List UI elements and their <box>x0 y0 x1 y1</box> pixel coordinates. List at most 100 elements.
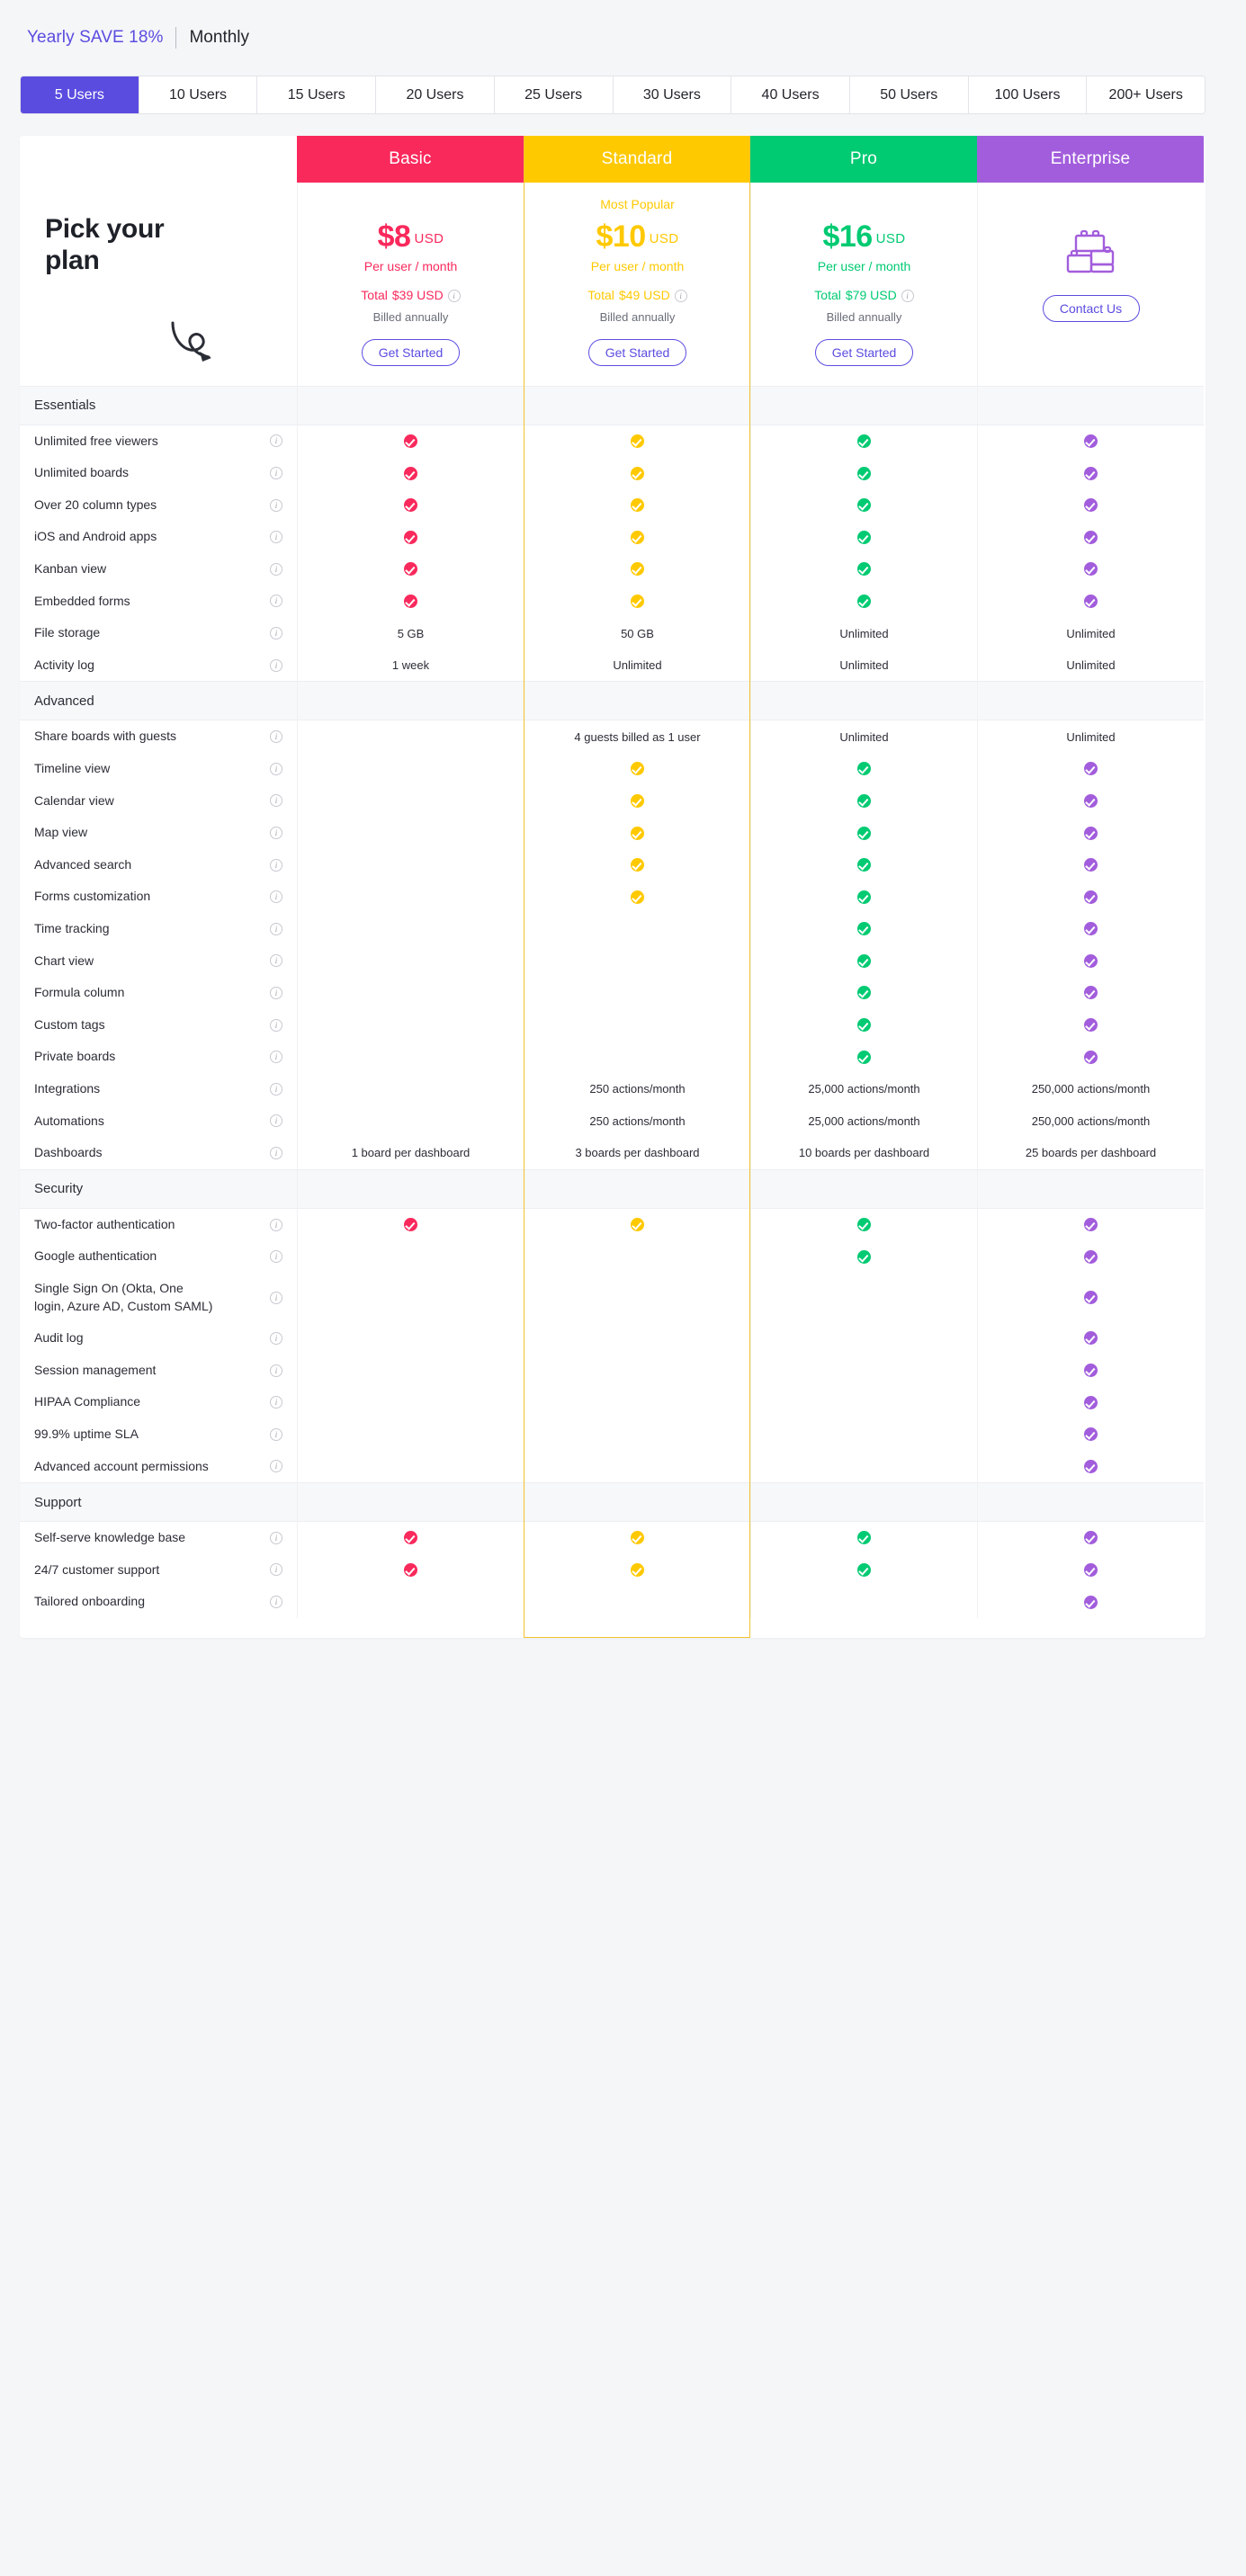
user-tab-25-users[interactable]: 25 Users <box>494 76 614 113</box>
table-row: Forms customization i <box>20 881 1206 913</box>
info-icon[interactable]: i <box>270 1427 282 1441</box>
feature-value-cell-basic <box>297 848 524 881</box>
feature-value-cell-pro <box>750 913 977 945</box>
section-header-spacer <box>297 1482 524 1523</box>
check-icon <box>631 466 644 480</box>
user-count-tabs[interactable]: 5 Users 10 Users 15 Users 20 Users 25 Users 3… <box>20 76 1206 114</box>
feature-value-cell-ent <box>977 1553 1204 1587</box>
check-icon <box>1084 1531 1098 1545</box>
info-icon[interactable]: i <box>270 1396 282 1409</box>
info-icon[interactable]: i <box>270 827 282 840</box>
table-row: Chart view i <box>20 944 1206 978</box>
info-icon[interactable]: i <box>447 289 461 302</box>
info-icon[interactable]: i <box>270 1531 282 1544</box>
info-icon[interactable]: i <box>270 1114 282 1128</box>
check-icon <box>404 530 417 544</box>
info-icon[interactable]: i <box>270 1018 282 1032</box>
plan-total-value-basic: $39 USD <box>391 287 444 302</box>
table-row: Share boards with guests i 4 guests billed… <box>20 720 1206 754</box>
billing-monthly-option[interactable]: Monthly <box>189 28 249 48</box>
info-icon[interactable]: i <box>270 627 282 640</box>
info-icon[interactable]: i <box>270 762 282 775</box>
info-icon[interactable]: i <box>270 890 282 904</box>
feature-label-cell: Self-serve knowledge base i <box>20 1522 297 1554</box>
plan-header-basic: Basic <box>297 136 524 183</box>
check-icon <box>631 762 644 776</box>
info-icon[interactable]: i <box>270 531 282 544</box>
info-icon[interactable]: i <box>270 1364 282 1377</box>
info-icon[interactable]: i <box>270 1291 282 1304</box>
info-icon[interactable]: i <box>270 1331 282 1345</box>
feature-value-cell-std <box>524 1586 750 1618</box>
info-icon[interactable]: i <box>270 467 282 480</box>
plan-price-cell-enterprise: Contact Us <box>977 183 1204 386</box>
check-icon <box>1084 1595 1098 1609</box>
check-icon <box>631 562 644 577</box>
table-row: Activity log i 1 week Unlimited Unlimited Unl… <box>20 648 1206 682</box>
feature-label-cell: Formula column i <box>20 977 297 1009</box>
info-icon[interactable]: i <box>901 289 914 302</box>
info-icon[interactable]: i <box>270 1460 282 1473</box>
check-icon <box>1084 922 1098 936</box>
get-started-button-standard[interactable]: Get Started <box>587 338 687 366</box>
section-title-support: Support <box>20 1482 297 1523</box>
check-icon <box>631 530 644 544</box>
info-icon[interactable]: i <box>270 858 282 872</box>
user-tab-30-users[interactable]: 30 Users <box>613 76 732 113</box>
feature-value-cell-ent <box>977 977 1204 1009</box>
info-icon[interactable]: i <box>270 434 282 448</box>
feature-value-cell-basic <box>297 1008 524 1042</box>
user-tab-100-users[interactable]: 100 Users <box>968 76 1088 113</box>
check-icon <box>631 1531 644 1545</box>
user-tab-15-users[interactable]: 15 Users <box>257 76 377 113</box>
feature-value-cell-basic <box>297 1272 524 1323</box>
feature-label-cell: Calendar view i <box>20 785 297 818</box>
feature-value-cell-basic <box>297 553 524 586</box>
billing-yearly-option[interactable]: Yearly SAVE 18% <box>27 28 163 48</box>
feature-label: Embedded forms <box>34 593 130 608</box>
feature-value-cell-ent <box>977 753 1204 785</box>
info-icon[interactable]: i <box>270 498 282 512</box>
feature-value-cell-basic <box>297 521 524 554</box>
info-icon[interactable]: i <box>270 1146 282 1159</box>
user-tab-200-users[interactable]: 200+ Users <box>1087 76 1205 113</box>
feature-value-cell-std <box>524 1354 750 1387</box>
check-icon <box>857 530 871 544</box>
contact-us-button[interactable]: Contact Us <box>1042 295 1140 322</box>
info-icon[interactable]: i <box>270 1082 282 1096</box>
feature-value-cell-basic <box>297 488 524 522</box>
info-icon[interactable]: i <box>270 1218 282 1231</box>
check-icon <box>1084 1018 1098 1033</box>
info-icon[interactable]: i <box>270 658 282 672</box>
feature-label: Map view <box>34 825 88 840</box>
user-tab-5-users[interactable]: 5 Users <box>21 76 139 113</box>
billing-toggle[interactable]: Yearly SAVE 18% Monthly <box>0 0 1246 56</box>
feature-value-cell-std <box>524 585 750 618</box>
info-icon[interactable]: i <box>270 595 282 608</box>
user-tab-10-users[interactable]: 10 Users <box>139 76 258 113</box>
plan-amount-basic: $8 USD <box>307 220 515 254</box>
info-icon[interactable]: i <box>674 289 687 302</box>
info-icon[interactable]: i <box>270 1596 282 1609</box>
info-icon[interactable]: i <box>270 1051 282 1064</box>
page-title: Pick your plan <box>45 214 165 276</box>
user-tab-50-users[interactable]: 50 Users <box>849 76 969 113</box>
user-tab-20-users[interactable]: 20 Users <box>376 76 495 113</box>
info-icon[interactable]: i <box>270 1250 282 1264</box>
info-icon[interactable]: i <box>270 730 282 744</box>
info-icon[interactable]: i <box>270 986 282 999</box>
info-icon[interactable]: i <box>270 922 282 935</box>
check-icon <box>1084 1562 1098 1577</box>
table-row: 24/7 customer support i <box>20 1553 1206 1587</box>
feature-value-cell-ent: 250,000 actions/month <box>977 1072 1204 1105</box>
get-started-button-basic[interactable]: Get Started <box>361 338 461 366</box>
get-started-button-pro[interactable]: Get Started <box>814 338 914 366</box>
check-icon <box>404 1531 417 1545</box>
info-icon[interactable]: i <box>270 794 282 808</box>
info-icon[interactable]: i <box>270 954 282 968</box>
feature-value-cell-std <box>524 784 750 818</box>
feature-value-cell-basic <box>297 913 524 945</box>
info-icon[interactable]: i <box>270 562 282 576</box>
user-tab-40-users[interactable]: 40 Users <box>731 76 850 113</box>
info-icon[interactable]: i <box>270 1563 282 1577</box>
